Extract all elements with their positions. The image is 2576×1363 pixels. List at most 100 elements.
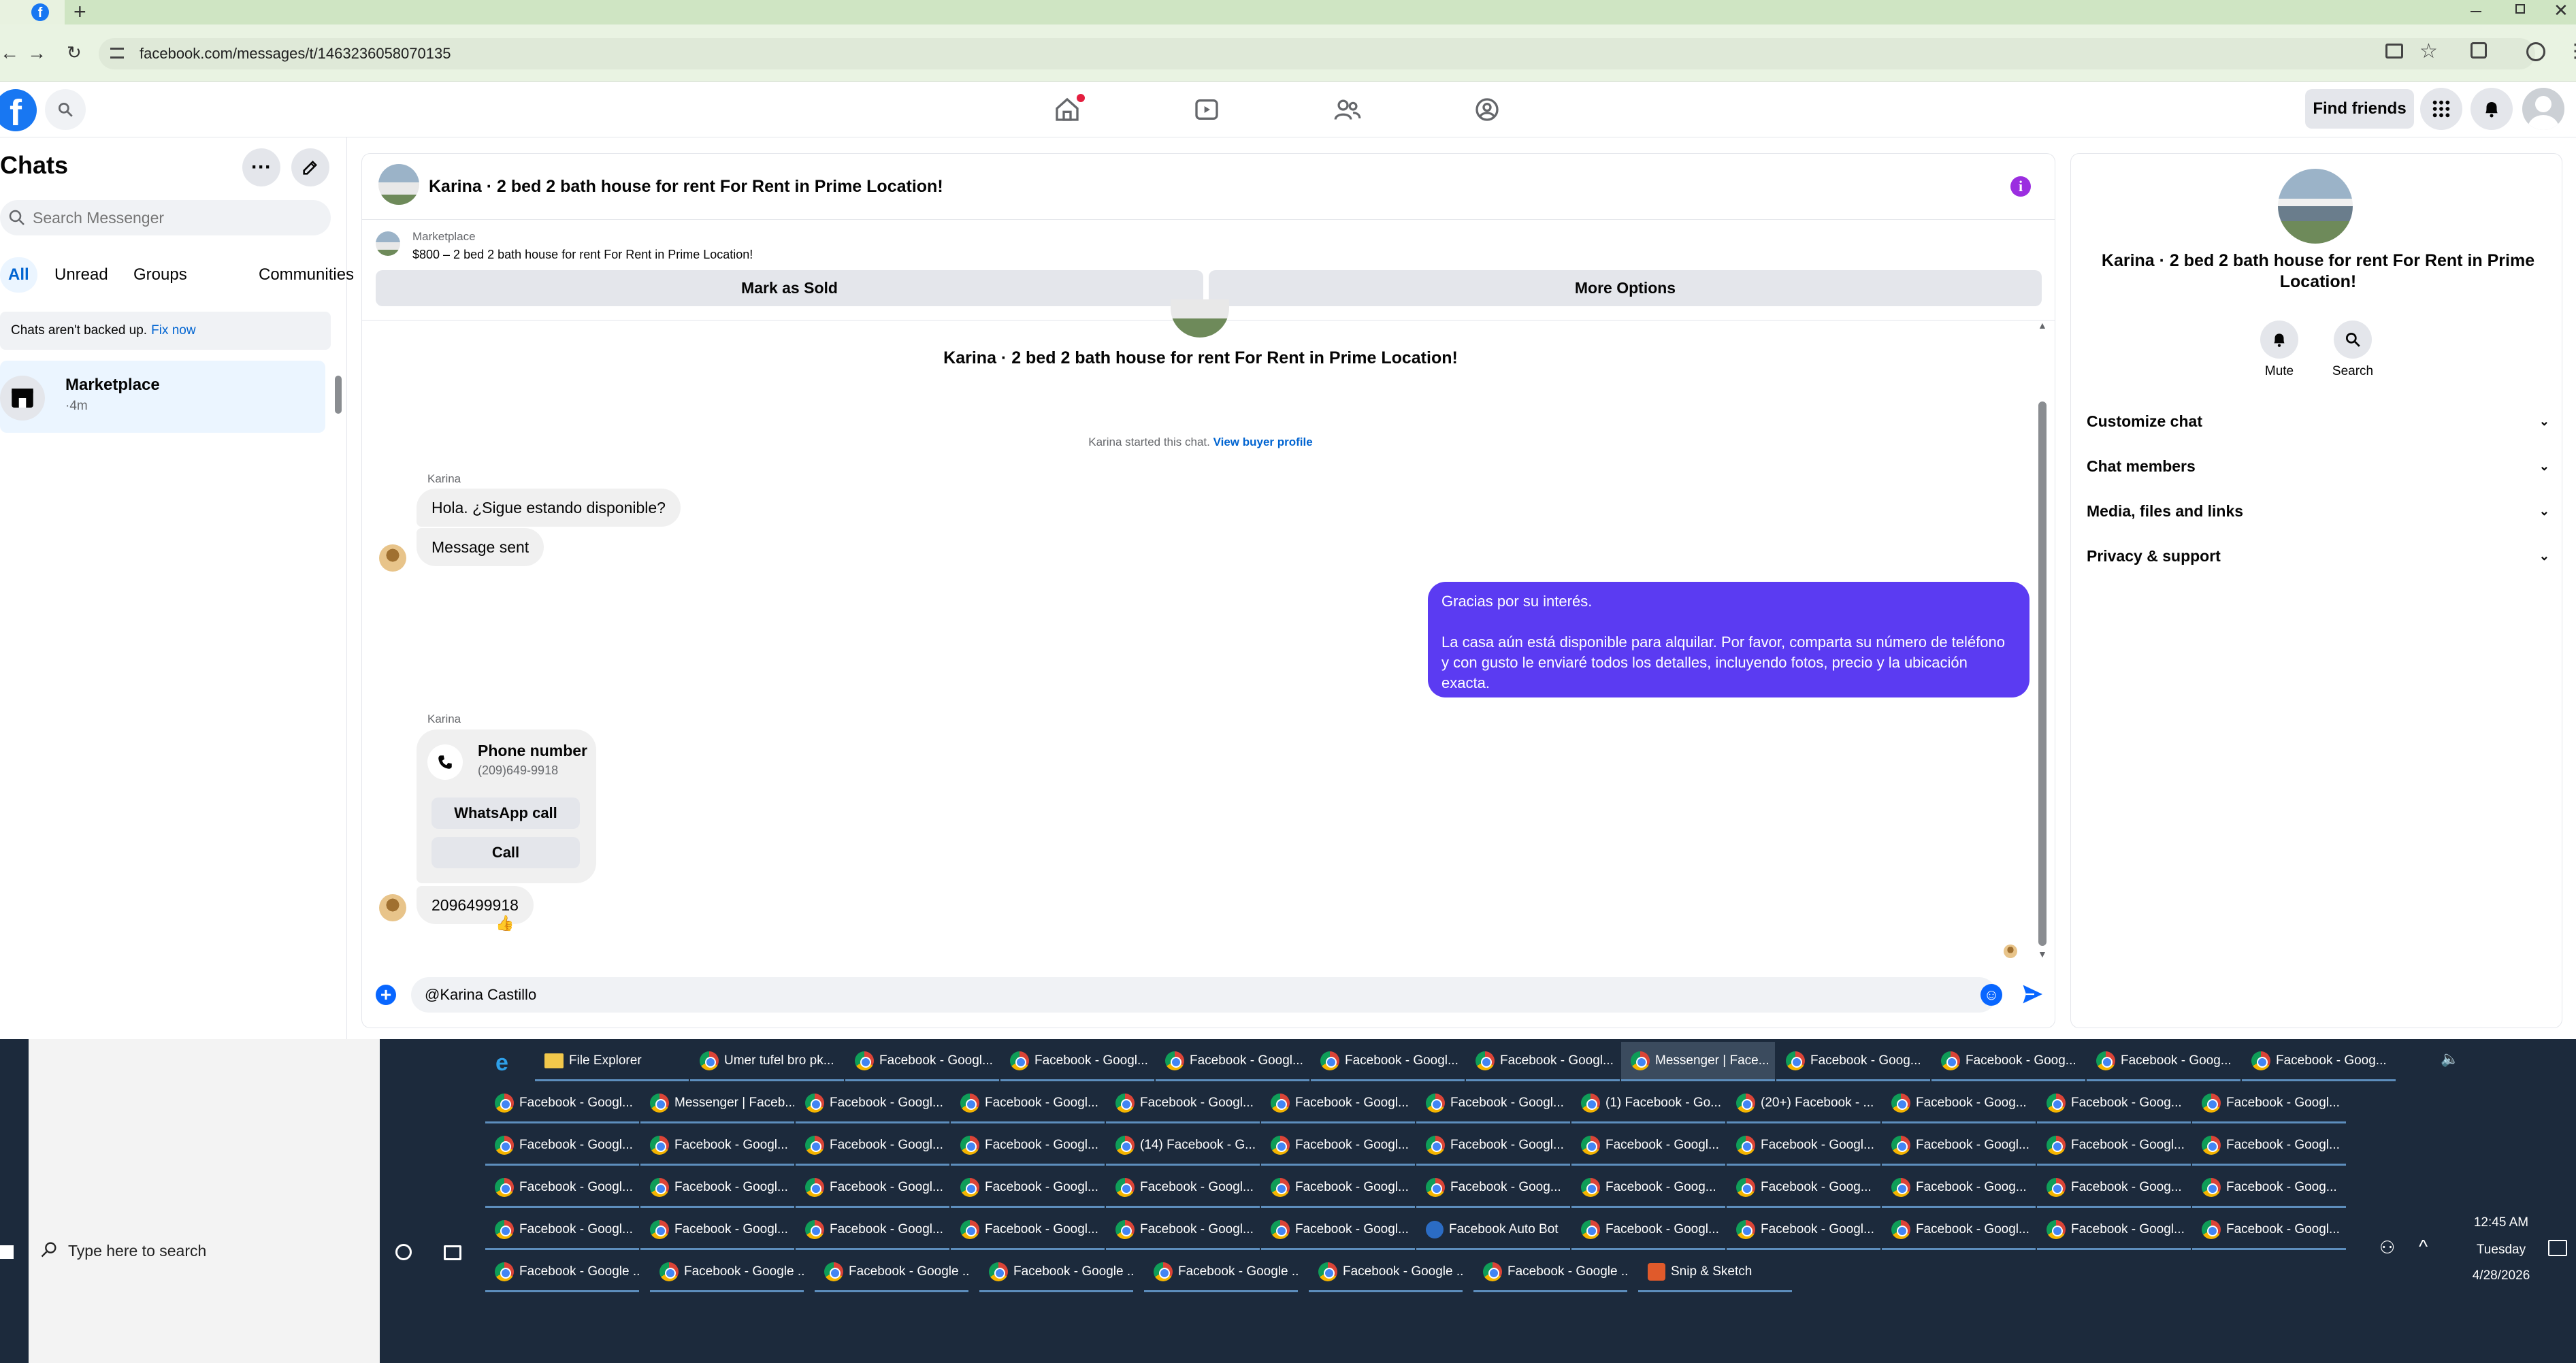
taskbar-window-button[interactable]: Facebook - Googl...	[1106, 1211, 1260, 1250]
call-button[interactable]: Call	[431, 837, 580, 868]
taskbar-window-button[interactable]: Facebook - Googl...	[485, 1211, 639, 1250]
view-buyer-profile-link[interactable]: View buyer profile	[1213, 436, 1313, 448]
scroll-down-arrow[interactable]: ▼	[2038, 949, 2047, 959]
taskbar-window-button[interactable]: Facebook - Goog...	[1416, 1168, 1570, 1208]
taskbar-window-button[interactable]: Facebook - Googl...	[951, 1211, 1105, 1250]
emoji-icon[interactable]: ☺	[1980, 984, 2002, 1006]
taskbar-window-button[interactable]: Facebook - Googl...	[1261, 1084, 1415, 1123]
taskbar-window-button[interactable]: Facebook - Goog...	[2192, 1168, 2346, 1208]
filter-communities[interactable]: Communities	[245, 257, 368, 293]
section-customize-chat[interactable]: Customize chat ⌄	[2087, 404, 2549, 438]
sidebar-scrollbar[interactable]	[335, 376, 342, 414]
taskbar-window-button[interactable]: Snip & Sketch	[1638, 1253, 1792, 1292]
taskbar-window-button[interactable]: Facebook - Googl...	[2037, 1211, 2191, 1250]
search-messenger-input[interactable]	[33, 208, 319, 227]
taskbar-window-button[interactable]: Facebook - Googl...	[640, 1126, 794, 1166]
chat-list-item[interactable]: Marketplace ·4m	[0, 361, 325, 433]
taskbar-window-button[interactable]: Facebook - Goog...	[2037, 1168, 2191, 1208]
taskbar-window-button[interactable]: Facebook - Google ...	[485, 1253, 639, 1292]
taskbar-window-button[interactable]: Facebook - Goog...	[1882, 1168, 2036, 1208]
taskbar-window-button[interactable]: Facebook - Googl...	[1882, 1126, 2036, 1166]
taskbar-window-button[interactable]: Facebook - Googl...	[1156, 1042, 1309, 1081]
search-button[interactable]	[45, 89, 86, 130]
taskbar-window-button[interactable]: Facebook - Googl...	[640, 1211, 794, 1250]
taskbar-window-button[interactable]: Facebook - Goog...	[2087, 1042, 2240, 1081]
fix-now-link[interactable]: Fix now	[151, 323, 195, 338]
more-options-button[interactable]: More Options	[1209, 270, 2042, 306]
taskbar-window-button[interactable]: Facebook - Googl...	[1000, 1042, 1154, 1081]
restore-icon[interactable]	[2515, 4, 2525, 14]
taskbar-window-button[interactable]: Facebook - Goog...	[1931, 1042, 2085, 1081]
taskbar-window-button[interactable]: Facebook - Googl...	[1727, 1126, 1880, 1166]
taskbar-window-button[interactable]: Facebook - Goog...	[1776, 1042, 1930, 1081]
taskbar-window-button[interactable]: Facebook - Googl...	[1727, 1211, 1880, 1250]
edge-icon[interactable]: e	[495, 1050, 508, 1077]
taskbar-window-button[interactable]: (14) Facebook - G...	[1106, 1126, 1260, 1166]
nav-video[interactable]	[1185, 93, 1228, 127]
clock-time[interactable]: 12:45 AM	[2457, 1215, 2545, 1230]
taskbar-window-button[interactable]: Facebook - Googl...	[951, 1084, 1105, 1123]
taskbar-window-button[interactable]: Messenger | Face...	[1621, 1042, 1775, 1081]
action-center-icon[interactable]	[2548, 1240, 2567, 1256]
taskbar-window-button[interactable]: Facebook - Google ...	[979, 1253, 1133, 1292]
taskbar-window-button[interactable]: Facebook - Googl...	[2192, 1126, 2346, 1166]
taskbar-window-button[interactable]: Facebook - Googl...	[796, 1168, 949, 1208]
back-icon[interactable]: ←	[0, 42, 19, 64]
taskbar-window-button[interactable]: Facebook - Googl...	[485, 1084, 639, 1123]
composer-add-button[interactable]: +	[376, 985, 396, 1005]
thread-scrollbar[interactable]	[2038, 401, 2047, 946]
start-button[interactable]	[0, 1245, 14, 1259]
find-friends-button[interactable]: Find friends	[2305, 89, 2414, 129]
outgoing-message[interactable]: Gracias por su interés. La casa aún está…	[1428, 582, 2029, 697]
taskbar-window-button[interactable]: Facebook - Googl...	[1571, 1126, 1725, 1166]
whatsapp-call-button[interactable]: WhatsApp call	[431, 798, 580, 829]
incoming-message[interactable]: 2096499918	[417, 886, 534, 924]
task-view-icon[interactable]	[444, 1245, 461, 1260]
section-privacy-support[interactable]: Privacy & support ⌄	[2087, 539, 2549, 573]
taskbar-window-button[interactable]: Facebook - Googl...	[1416, 1084, 1570, 1123]
account-avatar[interactable]	[2522, 88, 2564, 130]
incoming-message[interactable]: Hola. ¿Sigue estando disponible?	[417, 489, 681, 527]
install-icon[interactable]	[2385, 44, 2403, 59]
taskbar-window-button[interactable]: Facebook - Goog...	[1571, 1168, 1725, 1208]
forward-icon[interactable]: →	[27, 42, 46, 64]
taskbar-window-button[interactable]: Facebook - Google ...	[815, 1253, 968, 1292]
menu-button[interactable]	[2420, 88, 2462, 130]
taskbar-window-button[interactable]: Facebook - Googl...	[2037, 1126, 2191, 1166]
section-media-files-links[interactable]: Media, files and links ⌄	[2087, 494, 2549, 528]
tray-chevron-icon[interactable]: ^	[2419, 1236, 2428, 1258]
browser-tab[interactable]: f	[0, 0, 65, 24]
taskbar-window-button[interactable]: Facebook - Google ...	[1473, 1253, 1627, 1292]
taskbar-window-button[interactable]: Facebook - Googl...	[1466, 1042, 1620, 1081]
close-window-icon[interactable]: ✕	[2554, 0, 2569, 21]
taskbar-window-button[interactable]: Facebook - Google ...	[1309, 1253, 1463, 1292]
taskbar-window-button[interactable]: Facebook - Goog...	[2037, 1084, 2191, 1123]
new-message-button[interactable]	[291, 148, 329, 186]
thumbs-up-reaction[interactable]: 👍	[495, 915, 514, 932]
nav-home[interactable]	[1045, 93, 1089, 127]
taskbar-window-button[interactable]: Facebook - Googl...	[951, 1126, 1105, 1166]
taskbar-window-button[interactable]: Facebook - Googl...	[485, 1168, 639, 1208]
taskbar-window-button[interactable]: Facebook - Goog...	[1882, 1084, 2036, 1123]
taskbar-window-button[interactable]: Messenger | Faceb...	[640, 1084, 794, 1123]
volume-icon[interactable]: 🔈	[2441, 1050, 2459, 1068]
new-tab-button[interactable]: +	[74, 0, 86, 23]
taskbar-window-button[interactable]: Facebook - Goog...	[1727, 1168, 1880, 1208]
people-icon[interactable]: ⚇	[2379, 1237, 2395, 1258]
taskbar-window-button[interactable]: Facebook - Googl...	[2192, 1211, 2346, 1250]
taskbar-window-button[interactable]: File Explorer	[535, 1042, 689, 1081]
url-field[interactable]	[99, 38, 2535, 69]
minimize-icon[interactable]	[2471, 11, 2481, 12]
taskbar-window-button[interactable]: Facebook - Googl...	[1571, 1211, 1725, 1250]
taskbar-window-button[interactable]: Facebook - Googl...	[485, 1126, 639, 1166]
send-icon[interactable]	[2020, 982, 2044, 1010]
taskbar-window-button[interactable]: Facebook - Google ...	[650, 1253, 804, 1292]
taskbar-window-button[interactable]: Facebook Auto Bot	[1416, 1211, 1570, 1250]
mute-button[interactable]	[2260, 321, 2298, 359]
nav-gaming[interactable]	[1465, 93, 1509, 127]
taskbar-window-button[interactable]: Facebook - Googl...	[845, 1042, 999, 1081]
taskbar-window-button[interactable]: (20+) Facebook - ...	[1727, 1084, 1880, 1123]
cortana-icon[interactable]	[395, 1244, 412, 1260]
bookmark-star-icon[interactable]: ☆	[2419, 39, 2438, 63]
notifications-button[interactable]	[2471, 88, 2513, 130]
